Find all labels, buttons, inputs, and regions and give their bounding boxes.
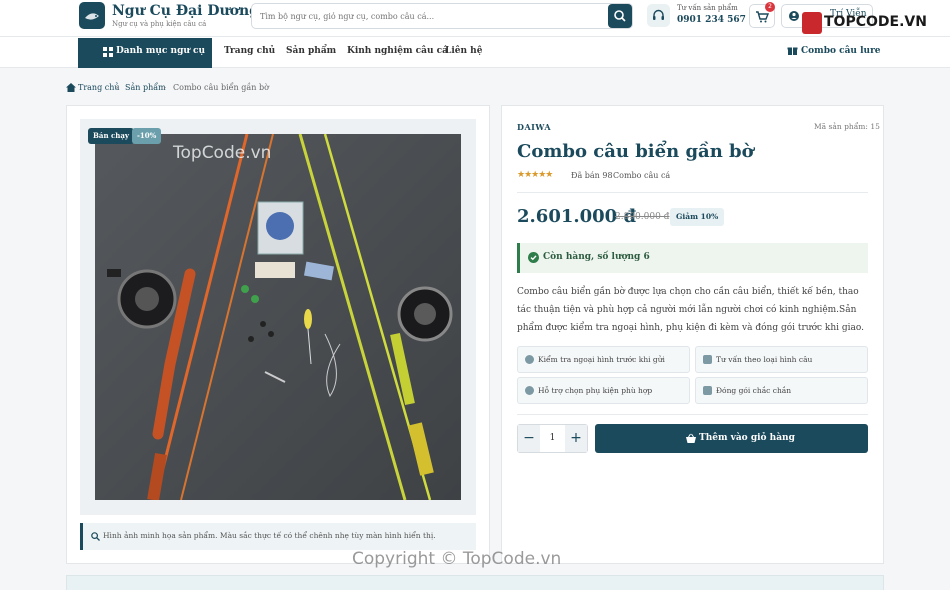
feature-packaging: Đóng gói chắc chắn bbox=[695, 377, 868, 404]
divider bbox=[517, 192, 868, 193]
copyright-watermark: Copyright © TopCode.vn bbox=[352, 549, 562, 569]
feature-label: Đóng gói chắc chắn bbox=[716, 386, 792, 395]
feature-inspection: Kiểm tra ngoại hình trước khi gửi bbox=[517, 346, 690, 373]
breadcrumb-products[interactable]: Sản phẩm bbox=[125, 83, 166, 92]
user-icon bbox=[789, 11, 799, 21]
bestseller-badge: Bán chạy bbox=[88, 128, 134, 144]
quantity-input[interactable]: 1 bbox=[540, 425, 565, 452]
cart-count-badge: 2 bbox=[765, 2, 775, 12]
feature-label: Kiểm tra ngoại hình trước khi gửi bbox=[538, 355, 665, 364]
store-name[interactable]: Ngư Cụ Đại Dương bbox=[112, 3, 259, 19]
store-logo[interactable] bbox=[79, 2, 105, 29]
headset-icon bbox=[647, 4, 670, 27]
product-description: Combo câu biển gần bờ được lựa chọn cho … bbox=[517, 287, 865, 333]
quantity-increase-button[interactable]: + bbox=[565, 425, 587, 452]
badge-check-icon bbox=[525, 355, 534, 364]
breadcrumb-home[interactable]: Trang chủ bbox=[78, 83, 120, 92]
nav-products[interactable]: Sản phẩm bbox=[286, 46, 336, 56]
image-disclaimer: Hình ảnh minh họa sản phẩm. Màu sắc thực… bbox=[80, 523, 476, 550]
section-strip bbox=[66, 575, 884, 590]
product-category[interactable]: Combo câu cá bbox=[613, 171, 670, 180]
check-circle-icon bbox=[528, 252, 539, 263]
feature-consult: Tư vấn theo loại hình câu bbox=[695, 346, 868, 373]
nav-fishing-tips[interactable]: Kinh nghiệm câu cá bbox=[347, 46, 448, 56]
watermark-text: TopCode.vn bbox=[173, 143, 272, 163]
add-to-cart-label: Thêm vào giỏ hàng bbox=[699, 433, 795, 443]
discount-badge: -10% bbox=[132, 128, 162, 144]
feature-accessories: Hỗ trợ chọn phụ kiện phù hợp bbox=[517, 377, 690, 404]
category-menu-button[interactable]: Danh mục ngư cụ bbox=[78, 38, 212, 68]
product-sku: Mã sản phẩm: 15 bbox=[814, 122, 880, 131]
droplet-icon bbox=[525, 386, 534, 395]
store-tagline: Ngư cụ và phụ kiện câu cá bbox=[112, 20, 207, 28]
search-box bbox=[251, 3, 633, 29]
stock-status-text: Còn hàng, số lượng 6 bbox=[543, 252, 650, 262]
search-input[interactable] bbox=[260, 8, 600, 24]
basket-icon bbox=[686, 433, 696, 443]
search-button[interactable] bbox=[608, 4, 632, 28]
chevron-right-icon: › bbox=[115, 83, 119, 92]
divider bbox=[517, 414, 868, 415]
grid-icon bbox=[103, 47, 113, 57]
nav-home[interactable]: Trang chủ bbox=[224, 46, 275, 56]
watermark-logo-icon bbox=[802, 12, 822, 34]
stock-status: Còn hàng, số lượng 6 bbox=[517, 243, 868, 273]
gift-icon bbox=[787, 47, 798, 55]
breadcrumb-current: Combo câu biển gần bờ bbox=[173, 83, 269, 92]
product-brand[interactable]: DAIWA bbox=[517, 122, 551, 132]
home-icon bbox=[66, 83, 76, 92]
magnifier-icon bbox=[91, 532, 100, 541]
rating-stars-icon: ★★★★★ bbox=[517, 170, 553, 180]
nav-combo-lure[interactable]: Combo câu lure bbox=[801, 46, 881, 56]
category-menu-label: Danh mục ngư cụ bbox=[116, 46, 206, 56]
chevron-right-icon: › bbox=[163, 83, 167, 92]
quantity-stepper: − 1 + bbox=[517, 424, 588, 453]
search-icon bbox=[614, 10, 626, 22]
product-image[interactable] bbox=[95, 134, 461, 500]
quantity-decrease-button[interactable]: − bbox=[518, 425, 540, 452]
product-title: Combo câu biển gần bờ bbox=[517, 141, 754, 162]
sold-count: Đã bán 98 bbox=[571, 171, 613, 180]
feature-label: Hỗ trợ chọn phụ kiện phù hợp bbox=[538, 386, 653, 395]
consult-label: Tư vấn sản phẩm bbox=[677, 4, 738, 12]
feature-label: Tư vấn theo loại hình câu bbox=[716, 355, 813, 364]
consult-phone[interactable]: 0901 234 567 bbox=[677, 15, 746, 25]
discount-tag: Giảm 10% bbox=[670, 208, 725, 226]
image-disclaimer-text: Hình ảnh minh họa sản phẩm. Màu sắc thực… bbox=[103, 531, 436, 540]
box-icon bbox=[703, 386, 712, 395]
toolbox-icon bbox=[703, 355, 712, 364]
original-price: 2.890.000 đ bbox=[615, 212, 670, 222]
watermark-logo: TOPCODE.VN bbox=[824, 14, 927, 30]
nav-contact[interactable]: Liên hệ bbox=[445, 46, 482, 56]
add-to-cart-button[interactable]: Thêm vào giỏ hàng bbox=[595, 424, 868, 453]
